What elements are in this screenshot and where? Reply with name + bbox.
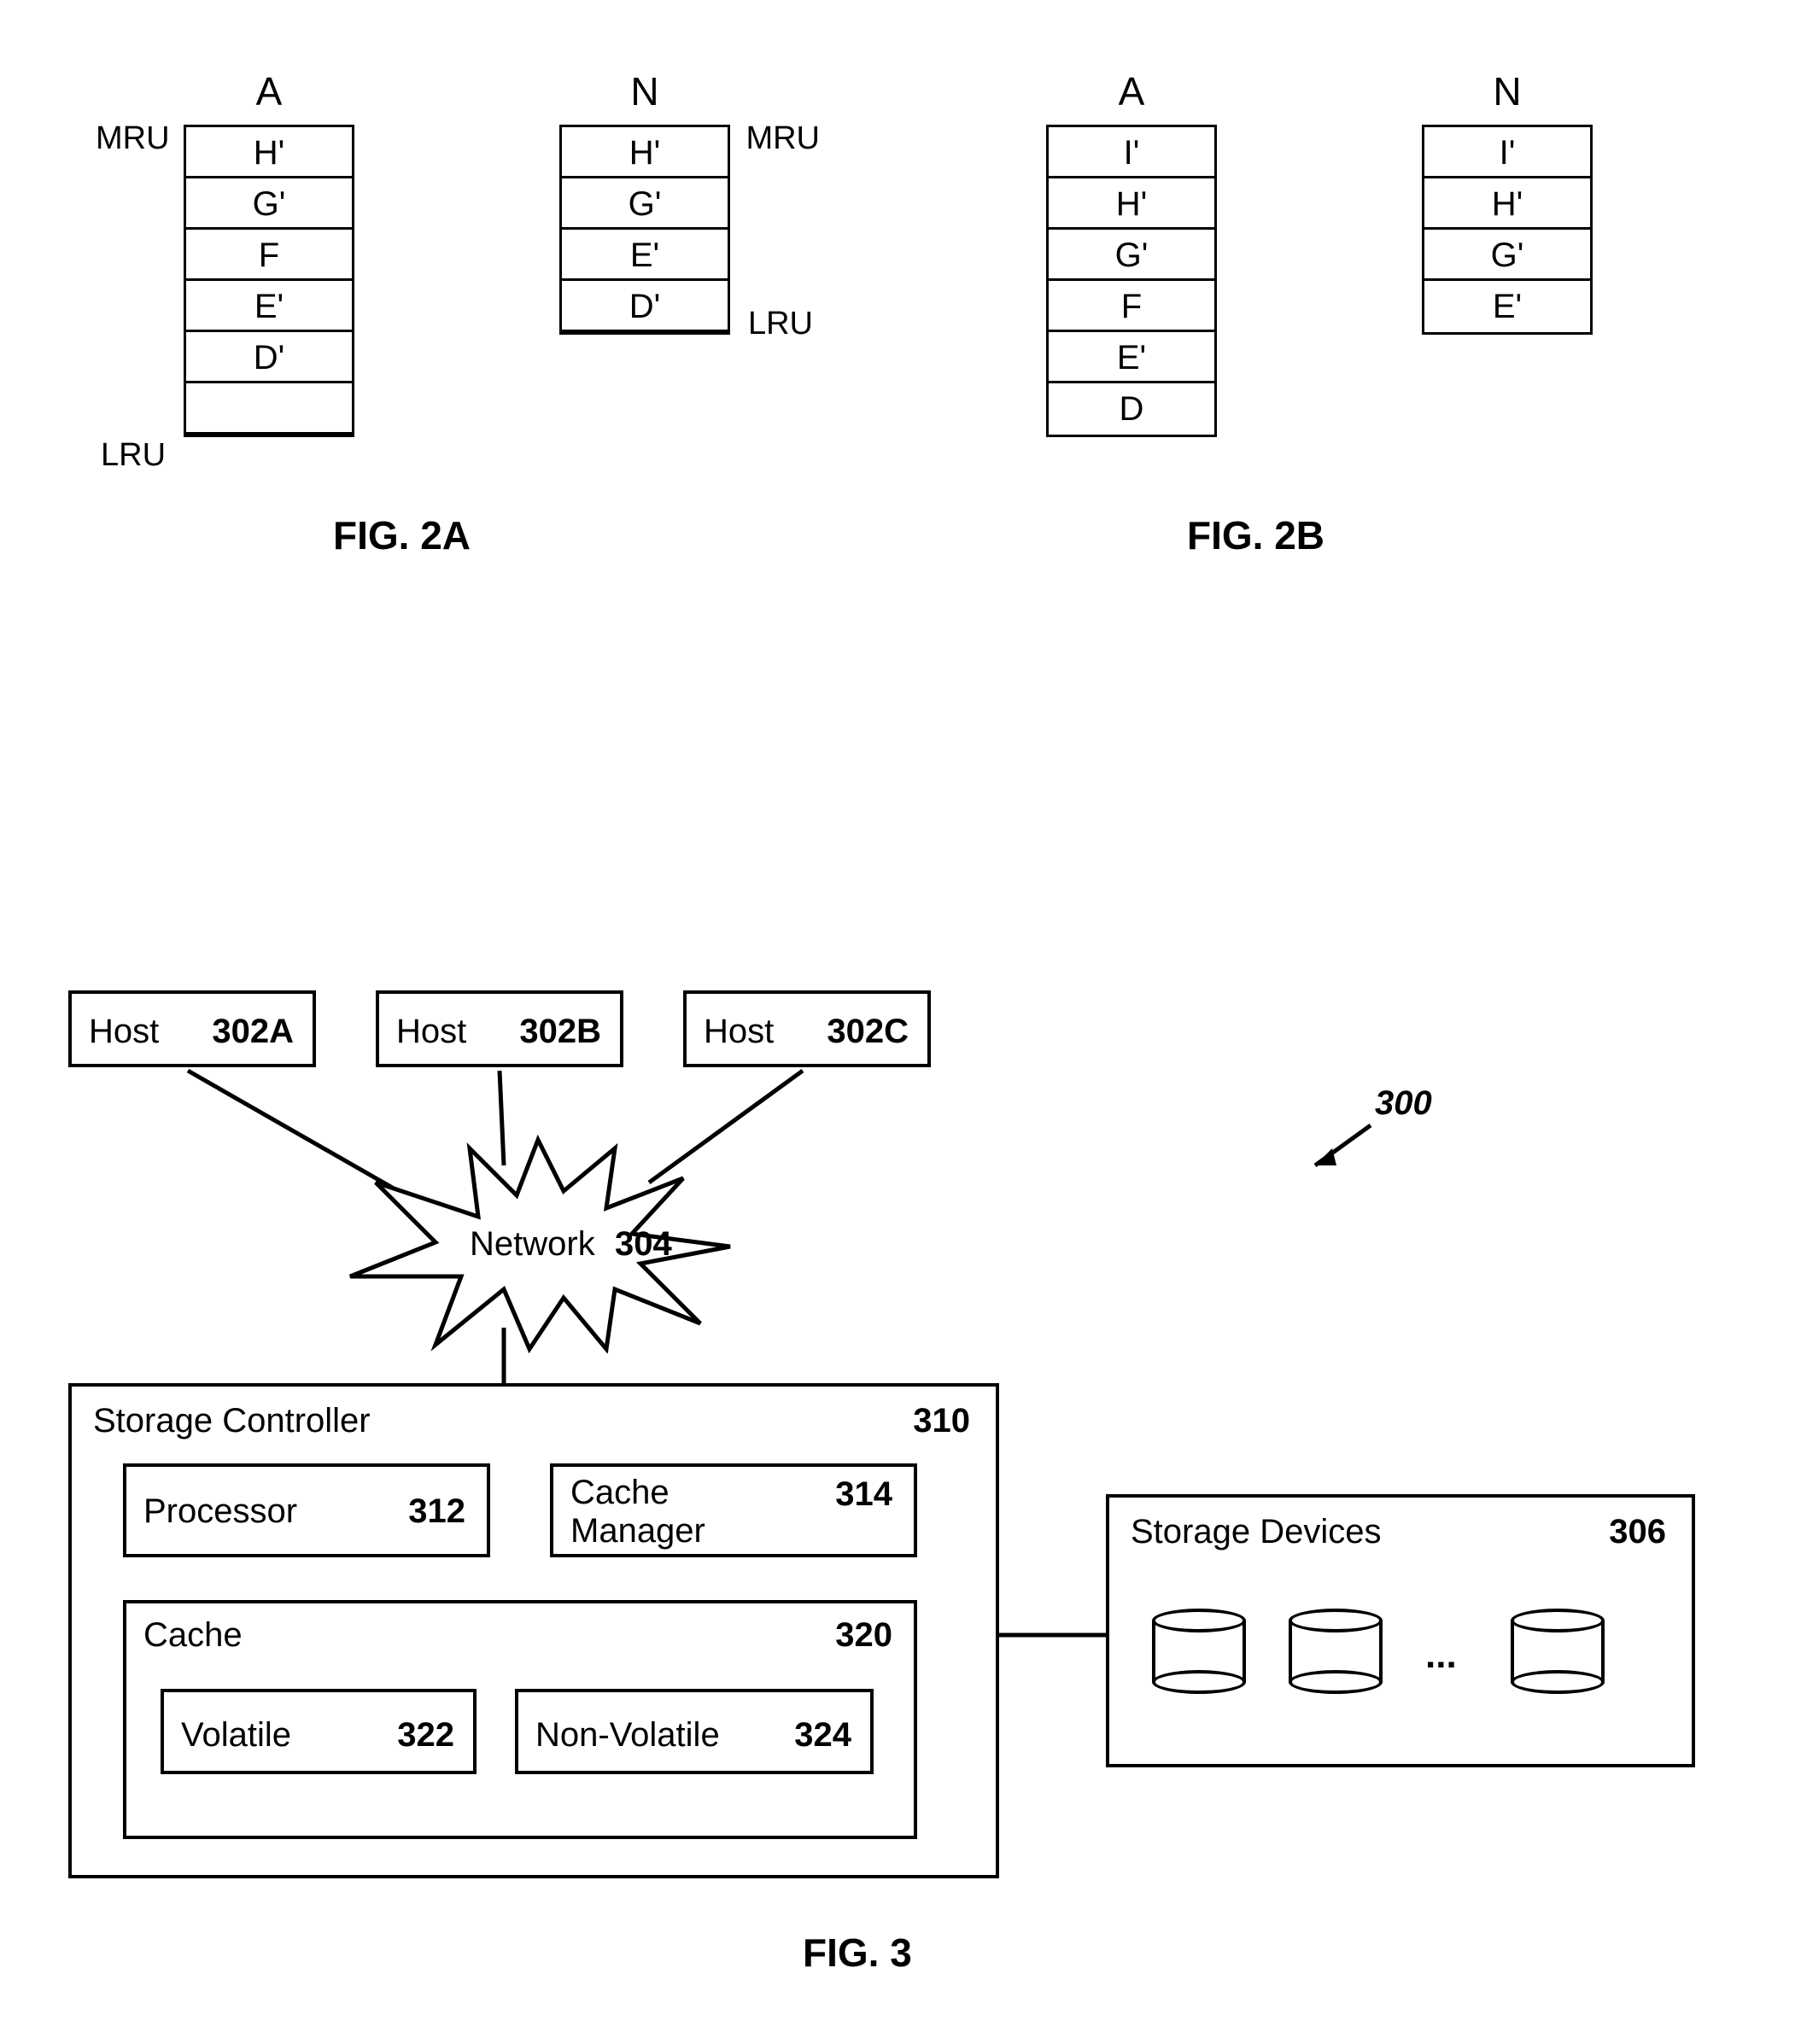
controller-storage-connector — [999, 1631, 1110, 1639]
cache-manager-box: Cache Manager 314 — [550, 1463, 917, 1557]
cache-cell: E' — [1049, 332, 1214, 383]
cache-cell: E' — [186, 281, 352, 332]
controller-label: Storage Controller — [93, 1402, 371, 1440]
disk-icon — [1152, 1609, 1246, 1694]
cache-ref: 320 — [835, 1616, 892, 1655]
volatile-box: Volatile 322 — [161, 1689, 477, 1774]
cache-cell: H' — [562, 127, 728, 178]
stack-title: A — [184, 68, 354, 114]
controller-ref: 310 — [913, 1402, 970, 1440]
disk-icon — [1511, 1609, 1605, 1694]
fig-2a-caption: FIG. 2A — [333, 512, 471, 558]
network-label: Network — [470, 1225, 595, 1264]
cache-manager-ref: 314 — [835, 1475, 892, 1514]
cache-cell: H' — [1049, 178, 1214, 230]
processor-ref: 312 — [408, 1492, 465, 1531]
fig-3-caption: FIG. 3 — [803, 1930, 912, 1976]
volatile-label: Volatile — [181, 1716, 291, 1755]
processor-label: Processor — [143, 1492, 297, 1531]
nonvolatile-ref: 324 — [794, 1716, 851, 1755]
fig-2b-caption: FIG. 2B — [1187, 512, 1324, 558]
cache-cell — [186, 383, 352, 435]
storage-devices-label: Storage Devices — [1131, 1513, 1381, 1551]
ellipsis: ... — [1425, 1634, 1457, 1677]
storage-devices-ref: 306 — [1609, 1513, 1666, 1551]
cache-cell: G' — [1424, 230, 1590, 281]
cache-cell: D — [1049, 383, 1214, 435]
nonvolatile-label: Non-Volatile — [535, 1716, 720, 1755]
fig2b-stack-a: A I' H' G' F E' D — [1046, 68, 1217, 437]
fig2b-stack-n: N I' H' G' E' — [1422, 68, 1593, 335]
fig-3: Host 302A Host 302B Host 302C 300 Networ… — [68, 990, 1742, 1981]
cache-label: Cache — [143, 1616, 243, 1655]
cache-cell: I' — [1049, 127, 1214, 178]
lru-label: LRU — [748, 306, 813, 342]
stack-title: N — [559, 68, 730, 114]
mru-label: MRU — [96, 120, 170, 157]
network-ref: 304 — [615, 1225, 672, 1264]
fig2a-stack-a: A MRU H' G' F E' D' LRU — [184, 68, 354, 437]
cache-cell: G' — [186, 178, 352, 230]
cache-cell: H' — [186, 127, 352, 178]
storage-devices-box: Storage Devices 306 ... — [1106, 1494, 1695, 1767]
cache-cell: G' — [562, 178, 728, 230]
storage-controller-box: Storage Controller 310 Processor 312 Cac… — [68, 1383, 999, 1878]
cache-cell: D' — [186, 332, 352, 383]
stack-title: N — [1422, 68, 1593, 114]
arrow-icon — [1298, 1118, 1375, 1178]
fig2a-stack-n: N MRU H' G' E' D' LRU — [559, 68, 730, 335]
disk-icon — [1289, 1609, 1383, 1694]
system-ref: 300 — [1375, 1084, 1432, 1123]
cache-cell: D' — [562, 281, 728, 332]
mru-label: MRU — [746, 120, 820, 157]
cache-cell: H' — [1424, 178, 1590, 230]
cache-manager-label: Cache Manager — [570, 1474, 705, 1551]
cache-box: Cache 320 Volatile 322 Non-Volatile 324 — [123, 1600, 917, 1839]
cache-cell: E' — [1424, 281, 1590, 332]
lru-label: LRU — [101, 437, 166, 474]
cache-cell: E' — [562, 230, 728, 281]
cache-cell: F — [186, 230, 352, 281]
cache-cell: I' — [1424, 127, 1590, 178]
nonvolatile-box: Non-Volatile 324 — [515, 1689, 874, 1774]
volatile-ref: 322 — [397, 1716, 454, 1755]
cache-cell: F — [1049, 281, 1214, 332]
stack-title: A — [1046, 68, 1217, 114]
processor-box: Processor 312 — [123, 1463, 490, 1557]
cache-cell: G' — [1049, 230, 1214, 281]
